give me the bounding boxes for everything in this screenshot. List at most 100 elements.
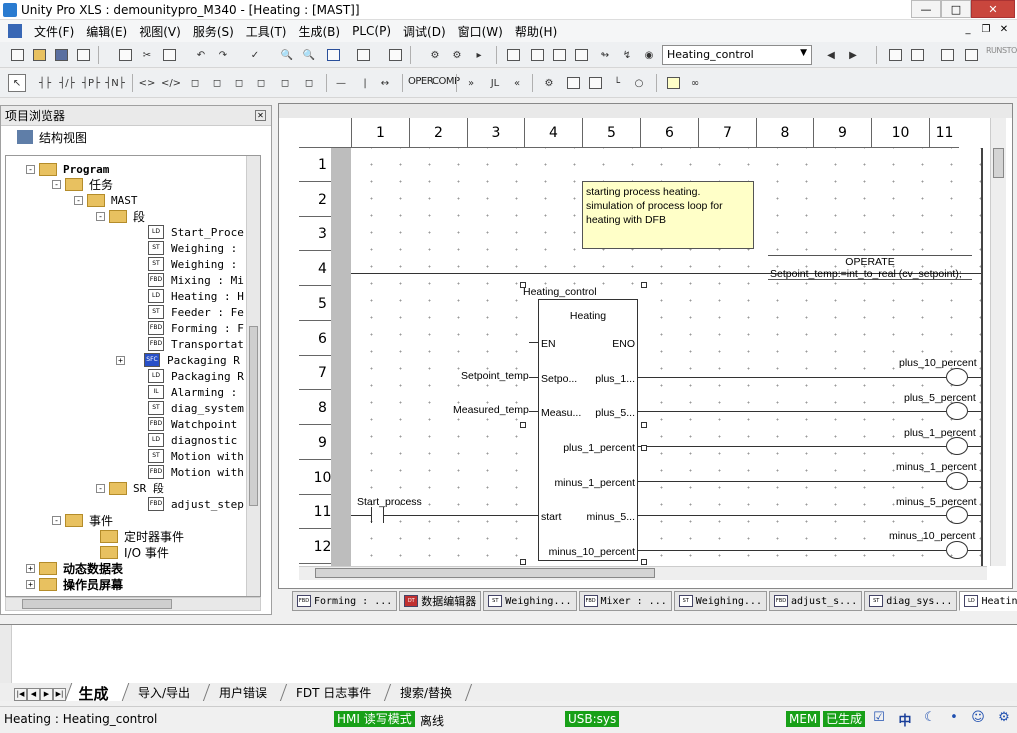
coil-label[interactable]: plus_1_percent [904,427,976,439]
coil-halt-icon[interactable]: ◻ [276,74,294,92]
tree-item-section[interactable]: ST Weighing : [148,256,237,272]
input-measured-temp[interactable]: Measured_temp [453,404,529,416]
selection-handle[interactable] [641,559,647,565]
rebuild-all-icon[interactable]: ⚙ [448,46,466,64]
editor-horizontal-scrollbar[interactable] [299,566,987,580]
tree-item-section[interactable]: ST Feeder : Fe [148,304,244,320]
tree-item-section[interactable]: LD Packaging R [148,368,244,384]
ime-punct-icon[interactable]: • [946,710,962,727]
selection-handle[interactable] [520,422,526,428]
variables-icon[interactable] [528,46,546,64]
input-setpoint-temp[interactable]: Setpoint_temp [461,370,529,382]
contact-p-icon[interactable]: ┤P├ [82,74,100,92]
build-changes-icon[interactable]: ⚙ [426,46,444,64]
editor-vertical-scrollbar[interactable] [990,118,1006,566]
print-icon[interactable] [74,46,92,64]
close-button[interactable]: ✕ [971,0,1015,18]
doc-tab[interactable]: ST Weighing... [483,591,577,611]
mdi-minimize-button[interactable]: _ [959,22,977,39]
coil-plus-5-percent[interactable] [946,402,968,420]
selection-handle[interactable] [641,282,647,288]
v-link-icon[interactable]: | [356,74,374,92]
coil-reset-icon[interactable]: ◻ [208,74,226,92]
redo-icon[interactable]: ↷ [214,46,232,64]
tree-item-section[interactable]: LD Heating : H [148,288,244,304]
contact-n-icon[interactable]: ┤N├ [105,74,125,92]
h-link-icon[interactable]: — [332,74,350,92]
tree-item-sr-sections[interactable]: - SR 段 [96,480,164,496]
pin-add-icon[interactable]: ○ [630,74,648,92]
document-icon[interactable] [8,24,22,38]
minimize-button[interactable]: — [911,0,941,18]
fb-instance-name[interactable]: Heating_control [523,286,597,298]
tab-import-export[interactable]: 导入/导出 [124,684,211,701]
tab-fdt-log[interactable]: FDT 日志事件 [282,684,392,701]
tree-item-mast[interactable]: - MAST [74,192,138,208]
tree-item-section[interactable]: FBD Watchpoint [148,416,237,432]
new-project-icon[interactable] [8,46,26,64]
oper-block-button[interactable]: OPER [408,76,434,87]
output-window[interactable]: |◀ ◀ ▶ ▶| 生成 导入/导出 用户错误 FDT 日志事件 搜索/替换 [0,624,1017,703]
coil-p-icon[interactable]: ◻ [230,74,248,92]
tree-item-section[interactable]: FBD Transportat [148,336,244,352]
prev-tab-icon[interactable]: ◀ [27,688,40,701]
ime-moon-icon[interactable]: ☾ [922,710,938,727]
tree-item-section[interactable]: IL Alarming : [148,384,237,400]
nav-prev-icon[interactable]: ◀ [822,46,840,64]
tree-item-section[interactable]: ST Motion with [148,448,244,464]
tree-item-section[interactable]: FBD Forming : F [148,320,244,336]
coil-label[interactable]: minus_1_percent [896,461,977,473]
coil-icon[interactable]: <> [138,74,156,92]
coil-minus-5-percent[interactable] [946,506,968,524]
contact-nc-icon[interactable]: ┤/├ [58,74,76,92]
coil-call-icon[interactable]: ◻ [300,74,318,92]
tree-item-section[interactable]: FBD adjust_step [148,496,244,512]
cut-icon[interactable]: ✂ [138,46,156,64]
screen-icon[interactable] [354,46,372,64]
comment-box[interactable]: starting process heating. simulation of … [582,181,754,249]
doc-tab[interactable]: FBD Forming : ... [292,591,398,611]
paste-icon[interactable] [160,46,178,64]
link-icon[interactable]: ↔ [376,74,394,92]
maximize-button[interactable]: □ [941,0,971,18]
table-icon[interactable] [550,46,568,64]
copy-icon[interactable] [116,46,134,64]
tree-item-section[interactable]: LD diagnostic [148,432,237,448]
contact-start-process-label[interactable]: Start_process [357,496,422,508]
coil-label[interactable]: minus_5_percent [896,496,977,508]
ime-settings-icon[interactable]: ⚙ [996,710,1012,727]
menu-view[interactable]: 视图(V) [133,23,187,40]
tree-item-section[interactable]: ST diag_system [148,400,244,416]
coil-label[interactable]: minus_10_percent [889,530,975,542]
operate-block[interactable]: OPERATE Setpoint_temp:=int_to_real (cv_s… [768,255,972,280]
label-jl-icon[interactable]: JL [486,74,504,92]
coil-minus-10-percent[interactable] [946,541,968,559]
coil-n-icon[interactable]: ◻ [252,74,270,92]
close-icon[interactable]: ✕ [255,110,266,121]
menu-edit[interactable]: 编辑(E) [80,23,133,40]
mdi-close-button[interactable]: ✕ [995,22,1013,39]
run-label[interactable]: RUN [986,46,1002,55]
first-tab-icon[interactable]: |◀ [14,688,27,701]
selection-handle[interactable] [520,282,526,288]
menu-debug[interactable]: 调试(D) [397,23,452,40]
tree-vertical-scrollbar[interactable] [246,156,260,596]
coil-set-icon[interactable]: ◻ [186,74,204,92]
tree-item-section[interactable]: + SFC Packaging R [116,352,240,368]
tree-item-events[interactable]: - 事件 [52,512,113,528]
selection-handle[interactable] [641,422,647,428]
coil-minus-1-percent[interactable] [946,472,968,490]
heating-function-block[interactable]: Heating EN ENO Setpo... plus_1... Measu.… [538,299,638,561]
menu-plc[interactable]: PLC(P) [346,24,397,38]
data-selection-icon[interactable] [564,74,582,92]
ffb-assistant-icon[interactable]: ⚙ [540,74,558,92]
last-tab-icon[interactable]: ▶| [53,688,66,701]
tree-item-timer-events[interactable]: 定时器事件 [100,528,184,544]
open-folder-icon[interactable] [30,46,48,64]
tree-item-section[interactable]: FBD Mixing : Mi [148,272,244,288]
jump-icon[interactable]: » [462,74,480,92]
tree-item-section[interactable]: LD Start_Proce [148,224,244,240]
coil-plus-1-percent[interactable] [946,437,968,455]
coil-plus-10-percent[interactable] [946,368,968,386]
tree-item-section[interactable]: FBD Motion with [148,464,244,480]
